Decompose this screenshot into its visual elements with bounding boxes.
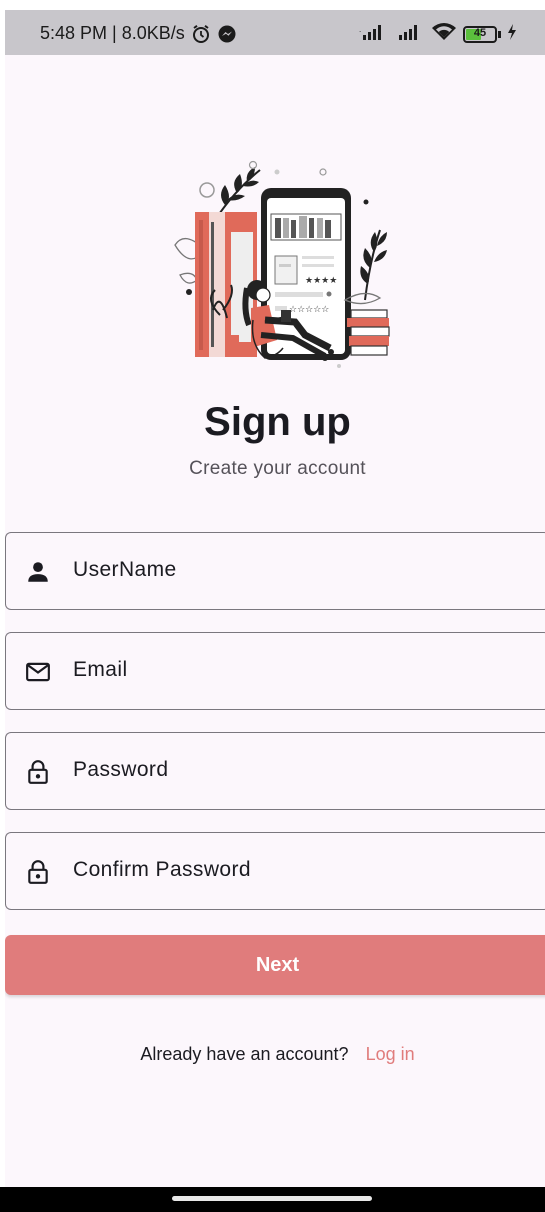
status-left: 5:48 PM | 8.0KB/s — [40, 23, 237, 44]
login-prompt: Already have an account? — [140, 1044, 349, 1064]
signup-screen: 5:48 PM | 8.0KB/s . 45 ★★★★ ☆☆☆☆☆ Sign u… — [5, 10, 545, 1212]
battery-icon: 45 — [463, 26, 501, 43]
email-field[interactable]: Email — [5, 632, 545, 710]
lock-icon — [25, 759, 51, 785]
status-right: . 45 — [359, 22, 517, 47]
password-placeholder: Password — [73, 758, 169, 781]
username-placeholder: UserName — [73, 558, 177, 581]
wifi-icon — [431, 22, 457, 47]
email-placeholder: Email — [73, 658, 128, 681]
mail-icon — [25, 659, 51, 685]
page-subtitle: Create your account — [189, 458, 366, 479]
login-row: Already have an account? Log in — [5, 1044, 545, 1065]
alarm-icon — [191, 24, 211, 44]
svg-text:★★★★: ★★★★ — [305, 276, 337, 286]
status-bar: 5:48 PM | 8.0KB/s . 45 — [5, 10, 545, 55]
messenger-icon — [217, 24, 237, 44]
username-field[interactable]: UserName — [5, 532, 545, 610]
password-field[interactable]: Password — [5, 732, 545, 810]
charging-icon — [507, 23, 517, 46]
confirm-password-field[interactable]: Confirm Password — [5, 832, 545, 910]
confirm-password-placeholder: Confirm Password — [73, 858, 251, 881]
next-button[interactable]: Next — [5, 935, 545, 995]
system-navigation-bar — [0, 1187, 545, 1212]
page-title: Sign up — [204, 400, 351, 444]
lock-icon — [25, 859, 51, 885]
signup-illustration: ★★★★ ☆☆☆☆☆ — [165, 160, 390, 375]
person-icon — [25, 559, 51, 585]
home-indicator[interactable] — [172, 1196, 372, 1201]
svg-text:☆☆☆☆☆: ☆☆☆☆☆ — [289, 305, 329, 315]
signal-icon — [395, 23, 425, 46]
battery-level: 45 — [473, 27, 487, 39]
status-time-speed: 5:48 PM | 8.0KB/s — [40, 23, 185, 43]
login-link[interactable]: Log in — [366, 1044, 415, 1064]
svg-text:.: . — [359, 25, 361, 34]
signal-icon: . — [359, 23, 389, 46]
